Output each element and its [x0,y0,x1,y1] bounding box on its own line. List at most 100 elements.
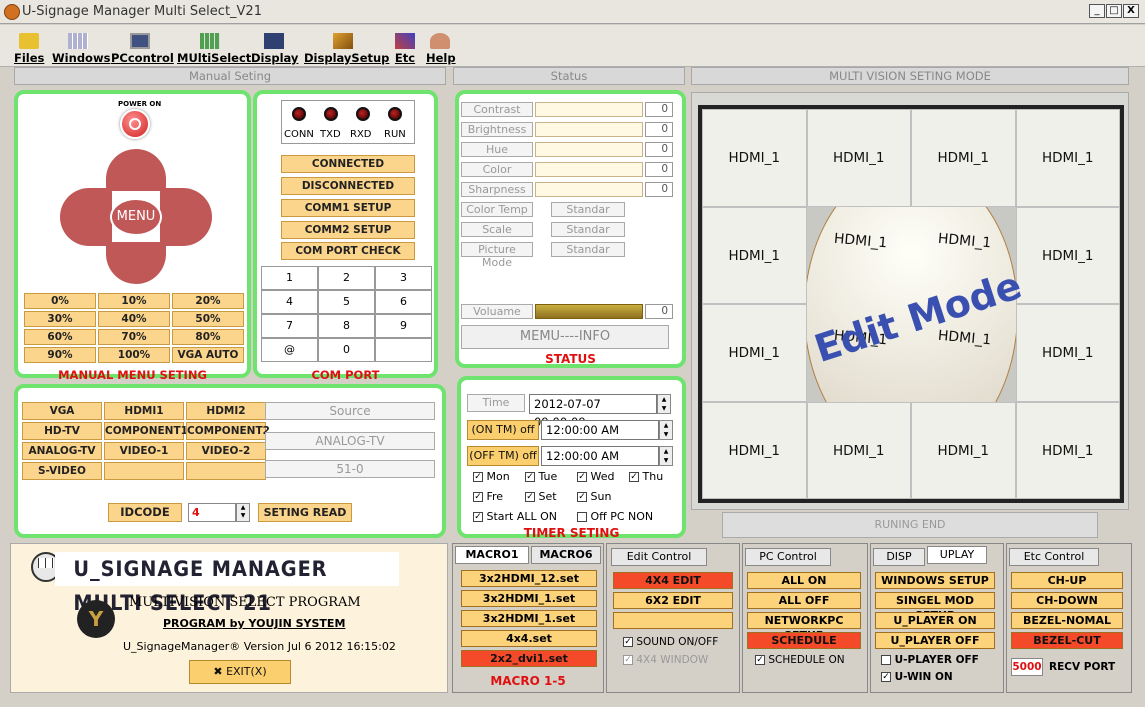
source-button[interactable] [104,462,184,480]
bezel-cut-button[interactable]: BEZEL-CUT [1011,632,1123,649]
mode-value[interactable]: Standar [551,222,625,237]
menu-help[interactable]: Help [426,25,456,67]
percent-button[interactable]: 70% [98,329,170,345]
slider-bar[interactable] [535,142,643,157]
tab-macro6[interactable]: MACRO6 [531,546,601,564]
maximize-button[interactable]: □ [1106,4,1122,18]
wall-cell[interactable]: HDMI_1 [702,304,807,402]
u-player-off-checkbox[interactable]: U-PLAYER OFF [881,654,979,666]
keypad-key[interactable]: 7 [261,314,318,338]
bezel-normal-button[interactable]: BEZEL-NOMAL [1011,612,1123,629]
tab-uplay[interactable]: UPLAY [927,546,987,564]
close-button[interactable]: X [1123,4,1139,18]
off-pc-checkbox[interactable]: Off PC NON [577,510,653,523]
time-spinner[interactable]: ▲ ▼ [657,394,671,414]
menu-multiselect[interactable]: MUltiSelect [177,25,251,67]
keypad-key[interactable]: 3 [375,266,432,290]
edit-4x4-button[interactable]: 4X4 EDIT [613,572,733,589]
menu-pccontrol[interactable]: PCcontrol [111,25,174,67]
day-checkbox-sun[interactable]: ✓ Sun [577,490,611,503]
percent-button[interactable]: 100% [98,347,170,363]
edit-blank-button[interactable] [613,612,733,629]
tab-macro1[interactable]: MACRO1 [455,546,529,564]
dpad-left-button[interactable] [60,188,112,246]
menu-files[interactable]: Files [14,25,44,67]
wall-cell[interactable]: HDMI_1 [802,202,915,308]
menu-displaysetup[interactable]: DisplaySetup [304,25,389,67]
volume-slider[interactable] [535,304,643,319]
wall-cell[interactable]: HDMI_1 [702,109,807,207]
source-button[interactable]: HD-TV [22,422,102,440]
source-button[interactable]: COMPONENT1 [104,422,188,440]
u-player-on-button[interactable]: U_PLAYER ON [875,612,995,629]
percent-button[interactable]: 90% [24,347,96,363]
schedule-on-checkbox[interactable]: ✓ SCHEDULE ON [755,654,845,666]
disconnected-button[interactable]: DISCONNECTED [281,177,415,195]
slider-bar[interactable] [535,162,643,177]
mode-value[interactable]: Standar [551,242,625,257]
seting-read-button[interactable]: SETING READ [258,503,352,522]
source-button[interactable]: HDMI1 [104,402,184,420]
percent-button[interactable]: 60% [24,329,96,345]
day-checkbox-fre[interactable]: ✓ Fre [473,490,503,503]
source-button[interactable]: VIDEO-1 [104,442,184,460]
source-button[interactable]: COMPONENT2 [186,422,270,440]
off-time-spinner[interactable]: ▲ ▼ [659,446,673,466]
keypad-key[interactable]: 9 [375,314,432,338]
single-mod-setup-button[interactable]: SINGEL MOD SETUP [875,592,995,622]
sound-checkbox[interactable]: ✓ SOUND ON/OFF [623,636,718,648]
wall-cell[interactable]: HDMI_1 [806,109,911,207]
slider-bar[interactable] [535,182,643,197]
menu-button[interactable]: MENU [110,198,162,236]
macro-item[interactable]: 4x4.set [461,630,597,647]
day-checkbox-tue[interactable]: ✓ Tue [525,470,557,483]
macro-item[interactable]: 3x2HDMI_1.set [461,610,597,627]
macro-item[interactable]: 3x2HDMI_1.set [461,590,597,607]
wall-cell[interactable]: HDMI_1 [702,401,807,499]
exit-button[interactable]: ✖ EXIT(X) [189,660,291,684]
percent-button[interactable]: 10% [98,293,170,309]
keypad-key[interactable]: @ [261,338,318,362]
tab-etc-control[interactable]: Etc Control [1009,548,1099,566]
mode-value[interactable]: Standar [551,202,625,217]
on-time-spinner[interactable]: ▲ ▼ [659,420,673,440]
keypad-key[interactable]: 1 [261,266,318,290]
source-button[interactable]: HDMI2 [186,402,266,420]
u-win-on-checkbox[interactable]: ✓ U-WIN ON [881,671,953,683]
comm1-setup-button[interactable]: COMM1 SETUP [281,199,415,217]
wall-cell[interactable]: HDMI_1 [1015,304,1120,402]
day-checkbox-mon[interactable]: ✓ Mon [473,470,510,483]
wall-cell[interactable]: HDMI_1 [911,109,1016,207]
source-button[interactable] [186,462,266,480]
ch-up-button[interactable]: CH-UP [1011,572,1123,589]
macro-item[interactable]: 3x2HDMI_12.set [461,570,597,587]
percent-button[interactable]: 50% [172,311,244,327]
minimize-button[interactable]: _ [1089,4,1105,18]
source-button[interactable]: ANALOG-TV [22,442,102,460]
keypad-key[interactable] [375,338,432,362]
percent-button[interactable]: 20% [172,293,244,309]
day-checkbox-wed[interactable]: ✓ Wed [577,470,614,483]
on-time-field[interactable]: 12:00:00 AM [541,420,659,440]
idcode-input[interactable]: 4 [188,503,236,522]
percent-button[interactable]: 80% [172,329,244,345]
wall-cell[interactable]: HDMI_1 [1015,401,1120,499]
keypad-key[interactable]: 4 [261,290,318,314]
all-off-button[interactable]: ALL OFF [747,592,861,609]
on-timer-toggle[interactable]: (ON TM) off [467,420,539,440]
percent-button[interactable]: VGA AUTO [172,347,244,363]
keypad-key[interactable]: 8 [318,314,375,338]
wall-cell[interactable]: HDMI_1 [1015,109,1120,207]
com-port-check-button[interactable]: COM PORT CHECK [281,242,415,260]
slider-bar[interactable] [535,102,643,117]
source-button[interactable]: VIDEO-2 [186,442,266,460]
dpad-right-button[interactable] [160,188,212,246]
connected-button[interactable]: CONNECTED [281,155,415,173]
idcode-spinner[interactable]: ▲ ▼ [236,503,250,522]
all-on-button[interactable]: ALL ON [747,572,861,589]
off-timer-toggle[interactable]: (OFF TM) off [467,446,539,466]
percent-button[interactable]: 0% [24,293,96,309]
wall-cell[interactable]: HDMI_1 [702,206,807,304]
tab-disp[interactable]: DISP [873,548,925,566]
keypad-key[interactable]: 0 [318,338,375,362]
